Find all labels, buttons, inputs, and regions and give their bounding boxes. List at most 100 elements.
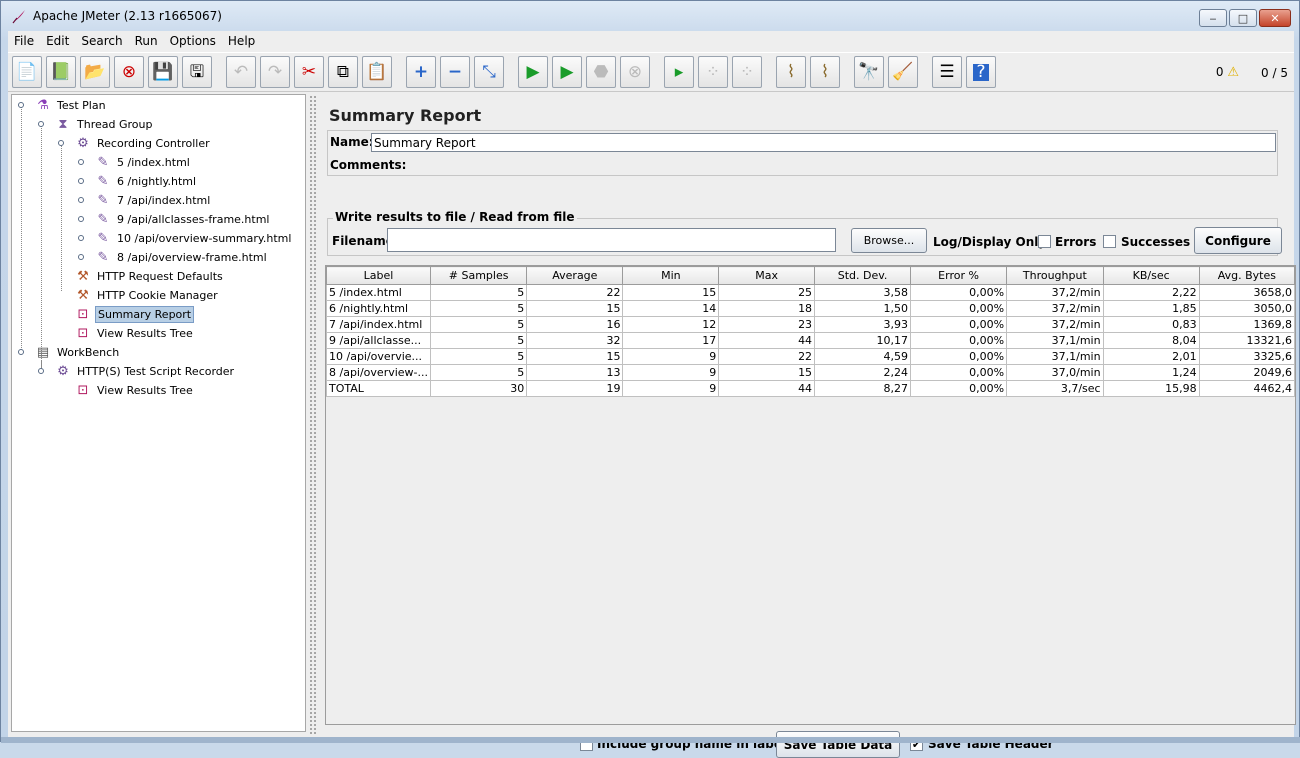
templates-button[interactable]: 📗: [46, 56, 76, 88]
tree-node-recording-controller[interactable]: ⚙ Recording Controller: [75, 134, 212, 153]
minimize-button[interactable]: ‒: [1199, 9, 1227, 27]
close-button[interactable]: ⊗: [114, 56, 144, 88]
start-no-pause-button[interactable]: ▶: [552, 56, 582, 88]
undo-button[interactable]: ↶: [226, 56, 256, 88]
tree-node-label: Summary Report: [95, 306, 195, 323]
column-header-samples[interactable]: # Samples: [430, 266, 528, 285]
pipette-icon: ✎: [97, 193, 109, 208]
tree-node-view-results-tree[interactable]: ⊡ View Results Tree: [75, 324, 195, 343]
save-button[interactable]: 💾: [148, 56, 178, 88]
configure-button[interactable]: Configure: [1194, 227, 1282, 254]
toggle-button[interactable]: ⤡: [474, 56, 504, 88]
shutdown-button[interactable]: ⊗: [620, 56, 650, 88]
stop-icon: ⬣: [593, 61, 609, 82]
cell-kb-sec: 1,24: [1102, 364, 1200, 381]
tree-node-workbench[interactable]: ▤ WorkBench: [35, 343, 121, 362]
table-row[interactable]: 6 /nightly.html 5 15 14 18 1,50 0,00% 37…: [325, 300, 1296, 317]
table-row[interactable]: 8 /api/overview-... 5 13 9 15 2,24 0,00%…: [325, 364, 1296, 381]
search-icon: 🔭: [858, 61, 880, 82]
cell-max: 25: [718, 284, 816, 301]
start-button[interactable]: ▶: [518, 56, 548, 88]
name-field[interactable]: [371, 133, 1276, 152]
tree-node-sampler[interactable]: ✎ 7 /api/index.html: [95, 191, 212, 210]
table-row[interactable]: 10 /api/overvie... 5 15 9 22 4,59 0,00% …: [325, 348, 1296, 365]
cell-average: 32: [526, 332, 624, 349]
tree-node-sampler[interactable]: ✎ 9 /api/allclasses-frame.html: [95, 210, 272, 229]
clear-button[interactable]: ⌇: [776, 56, 806, 88]
remote-exit-button[interactable]: ⁘: [732, 56, 762, 88]
menu-run[interactable]: Run: [129, 34, 164, 48]
listener-icon: ⊡: [77, 307, 89, 322]
table-row[interactable]: 7 /api/index.html 5 16 12 23 3,93 0,00% …: [325, 316, 1296, 333]
table-row-total[interactable]: TOTAL 30 19 9 44 8,27 0,00% 3,7/sec 15,9…: [325, 380, 1296, 397]
tree-node-view-results-tree[interactable]: ⊡ View Results Tree: [75, 381, 195, 400]
tree-node-label: 7 /api/index.html: [117, 194, 211, 207]
split-pane-divider[interactable]: [308, 94, 316, 734]
table-row[interactable]: 9 /api/allclasse... 5 32 17 44 10,17 0,0…: [325, 332, 1296, 349]
expand-icon: +: [413, 61, 429, 82]
close-window-button[interactable]: ✕: [1259, 9, 1291, 27]
reset-search-button[interactable]: 🧹: [888, 56, 918, 88]
help-button[interactable]: ?: [966, 56, 996, 88]
successes-checkbox[interactable]: [1103, 235, 1116, 248]
column-header-avg-bytes[interactable]: Avg. Bytes: [1198, 266, 1296, 285]
cell-samples: 5: [430, 316, 528, 333]
copy-button[interactable]: ⧉: [328, 56, 358, 88]
client-area: File Edit Search Run Options Help 📄 📗 📂 …: [8, 31, 1296, 758]
browse-button[interactable]: Browse...: [851, 228, 927, 253]
redo-button[interactable]: ↷: [260, 56, 290, 88]
tree-node-sampler[interactable]: ✎ 8 /api/overview-frame.html: [95, 248, 269, 267]
cell-error: 0,00%: [910, 380, 1008, 397]
tree-node-label: WorkBench: [57, 346, 120, 359]
errors-checkbox[interactable]: [1038, 235, 1051, 248]
column-header-error[interactable]: Error %: [910, 266, 1008, 285]
pipette-icon: ✎: [97, 250, 109, 265]
paste-button[interactable]: 📋: [362, 56, 392, 88]
save-table-data-button[interactable]: Save Table Data: [776, 731, 900, 758]
remote-stop-button[interactable]: ⁘: [698, 56, 728, 88]
tree-node-test-plan[interactable]: ⚗ Test Plan: [35, 96, 108, 115]
column-header-average[interactable]: Average: [526, 266, 624, 285]
menu-search[interactable]: Search: [75, 34, 128, 48]
cell-std-dev: 3,93: [814, 316, 912, 333]
tree-node-label: Recording Controller: [97, 137, 210, 150]
tree-node-http-request-defaults[interactable]: ⚒ HTTP Request Defaults: [75, 267, 225, 286]
expand-all-button[interactable]: +: [406, 56, 436, 88]
remote-start-button[interactable]: ▸: [664, 56, 694, 88]
column-header-label[interactable]: Label: [325, 266, 432, 285]
redo-icon: ↷: [267, 61, 283, 82]
tree-node-http-cookie-manager[interactable]: ⚒ HTTP Cookie Manager: [75, 286, 220, 305]
column-header-std-dev[interactable]: Std. Dev.: [814, 266, 912, 285]
column-header-min[interactable]: Min: [622, 266, 720, 285]
tree-node-sampler[interactable]: ✎ 6 /nightly.html: [95, 172, 198, 191]
menu-help[interactable]: Help: [222, 34, 261, 48]
collapse-all-button[interactable]: −: [440, 56, 470, 88]
start-no-pause-icon: ▶: [560, 61, 574, 82]
cell-avg-bytes: 3325,6: [1198, 348, 1296, 365]
open-button[interactable]: 📂: [80, 56, 110, 88]
tree-node-thread-group[interactable]: ⧗ Thread Group: [55, 115, 154, 134]
menu-edit[interactable]: Edit: [40, 34, 75, 48]
table-row[interactable]: 5 /index.html 5 22 15 25 3,58 0,00% 37,2…: [325, 284, 1296, 301]
stop-button[interactable]: ⬣: [586, 56, 616, 88]
menu-options[interactable]: Options: [164, 34, 222, 48]
clear-all-button[interactable]: ⌇: [810, 56, 840, 88]
tree-node-summary-report[interactable]: ⊡ Summary Report: [75, 305, 195, 324]
column-header-kb-sec[interactable]: KB/sec: [1102, 266, 1200, 285]
warning-counter[interactable]: 0 ⚠: [1216, 65, 1239, 80]
tree-node-sampler[interactable]: ✎ 5 /index.html: [95, 153, 192, 172]
save-as-button[interactable]: 🖫: [182, 56, 212, 88]
column-header-max[interactable]: Max: [718, 266, 816, 285]
maximize-button[interactable]: □: [1229, 9, 1257, 27]
cell-throughput: 37,1/min: [1006, 348, 1104, 365]
menu-file[interactable]: File: [8, 34, 40, 48]
status-counters: 0 ⚠ 0 / 5: [1216, 65, 1288, 80]
function-helper-button[interactable]: ☰: [932, 56, 962, 88]
tree-node-test-script-recorder[interactable]: ⚙ HTTP(S) Test Script Recorder: [55, 362, 236, 381]
column-header-throughput[interactable]: Throughput: [1006, 266, 1104, 285]
search-button[interactable]: 🔭: [854, 56, 884, 88]
tree-node-sampler[interactable]: ✎ 10 /api/overview-summary.html: [95, 229, 293, 248]
cut-button[interactable]: ✂: [294, 56, 324, 88]
filename-field[interactable]: [387, 228, 836, 252]
new-button[interactable]: 📄: [12, 56, 42, 88]
